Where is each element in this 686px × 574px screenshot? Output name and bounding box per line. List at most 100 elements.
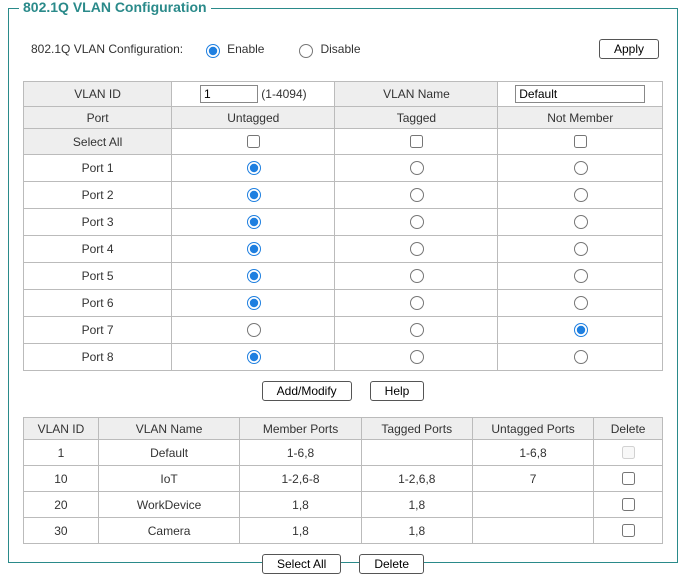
select-all-notmember-checkbox[interactable] xyxy=(574,135,587,148)
select-all-tagged-checkbox[interactable] xyxy=(410,135,423,148)
port-tagged-radio[interactable] xyxy=(410,296,424,310)
port-notmember-radio[interactable] xyxy=(574,269,588,283)
select-all-untagged-checkbox[interactable] xyxy=(247,135,260,148)
port-row: Port 5 xyxy=(24,263,663,290)
delete-button[interactable]: Delete xyxy=(359,554,424,574)
vlan-row-delete-cell xyxy=(594,440,663,466)
port-notmember-cell xyxy=(498,263,663,290)
port-tagged-radio[interactable] xyxy=(410,350,424,364)
port-untagged-cell xyxy=(172,344,335,371)
hdr-list-tagged: Tagged Ports xyxy=(361,418,472,440)
port-untagged-radio[interactable] xyxy=(247,188,261,202)
help-button[interactable]: Help xyxy=(370,381,425,401)
enable-disable-group: Enable Disable xyxy=(201,41,360,58)
vlan-row: 10IoT1-2,6-81-2,6,87 xyxy=(24,466,663,492)
port-notmember-radio[interactable] xyxy=(574,161,588,175)
hdr-vlan-name: VLAN Name xyxy=(335,82,498,107)
vlan-row-member: 1-2,6-8 xyxy=(240,466,361,492)
vlan-id-cell: (1-4094) xyxy=(172,82,335,107)
port-untagged-radio[interactable] xyxy=(247,215,261,229)
port-notmember-radio[interactable] xyxy=(574,215,588,229)
select-all-tagged-cell xyxy=(335,129,498,155)
port-label: Port 6 xyxy=(24,290,172,317)
vlan-row: 30Camera1,81,8 xyxy=(24,518,663,544)
port-notmember-radio[interactable] xyxy=(574,242,588,256)
enable-option[interactable]: Enable xyxy=(201,41,264,58)
port-row: Port 7 xyxy=(24,317,663,344)
vlan-row-member: 1,8 xyxy=(240,518,361,544)
port-untagged-radio[interactable] xyxy=(247,296,261,310)
disable-label: Disable xyxy=(320,42,360,56)
select-all-untagged-cell xyxy=(172,129,335,155)
vlan-row-delete-checkbox[interactable] xyxy=(622,498,635,511)
port-untagged-radio[interactable] xyxy=(247,323,261,337)
vlan-row-delete-checkbox[interactable] xyxy=(622,472,635,485)
vlan-row-id: 20 xyxy=(24,492,99,518)
port-untagged-radio[interactable] xyxy=(247,242,261,256)
config-label: 802.1Q VLAN Configuration: xyxy=(31,42,183,56)
vlan-row-delete-checkbox[interactable] xyxy=(622,524,635,537)
port-notmember-radio[interactable] xyxy=(574,350,588,364)
port-notmember-radio[interactable] xyxy=(574,188,588,202)
port-notmember-cell xyxy=(498,236,663,263)
apply-button[interactable]: Apply xyxy=(599,39,659,59)
vlan-id-input[interactable] xyxy=(200,85,258,103)
add-modify-button[interactable]: Add/Modify xyxy=(262,381,352,401)
port-tagged-radio[interactable] xyxy=(410,323,424,337)
vlan-name-input[interactable] xyxy=(515,85,645,103)
port-tagged-cell xyxy=(335,290,498,317)
port-table: VLAN ID (1-4094) VLAN Name Port Untagged… xyxy=(23,81,663,371)
vlan-row: 1Default1-6,81-6,8 xyxy=(24,440,663,466)
disable-radio[interactable] xyxy=(299,44,313,58)
port-row: Port 1 xyxy=(24,155,663,182)
vlan-row-delete-checkbox xyxy=(622,446,635,459)
port-tagged-radio[interactable] xyxy=(410,269,424,283)
port-label: Port 2 xyxy=(24,182,172,209)
vlan-row-untagged xyxy=(472,492,593,518)
disable-option[interactable]: Disable xyxy=(294,41,360,58)
port-notmember-cell xyxy=(498,209,663,236)
hdr-list-vlan-name: VLAN Name xyxy=(98,418,240,440)
port-label: Port 4 xyxy=(24,236,172,263)
port-tagged-radio[interactable] xyxy=(410,242,424,256)
vlan-row-untagged: 1-6,8 xyxy=(472,440,593,466)
port-notmember-cell xyxy=(498,155,663,182)
port-untagged-cell xyxy=(172,182,335,209)
port-row: Port 2 xyxy=(24,182,663,209)
vlan-row-delete-cell xyxy=(594,492,663,518)
port-label: Port 1 xyxy=(24,155,172,182)
config-row: 802.1Q VLAN Configuration: Enable Disabl… xyxy=(31,39,663,59)
vlan-row-id: 30 xyxy=(24,518,99,544)
port-untagged-cell xyxy=(172,155,335,182)
port-notmember-cell xyxy=(498,290,663,317)
vlan-row-member: 1-6,8 xyxy=(240,440,361,466)
port-notmember-cell xyxy=(498,344,663,371)
select-all-button[interactable]: Select All xyxy=(262,554,341,574)
enable-label: Enable xyxy=(227,42,264,56)
port-untagged-radio[interactable] xyxy=(247,350,261,364)
port-tagged-cell xyxy=(335,344,498,371)
port-label: Port 3 xyxy=(24,209,172,236)
vlan-row-name: WorkDevice xyxy=(98,492,240,518)
port-label: Port 5 xyxy=(24,263,172,290)
port-row: Port 6 xyxy=(24,290,663,317)
vlan-row-tagged: 1,8 xyxy=(361,518,472,544)
port-tagged-radio[interactable] xyxy=(410,188,424,202)
vlan-list-table: VLAN ID VLAN Name Member Ports Tagged Po… xyxy=(23,417,663,544)
port-row: Port 4 xyxy=(24,236,663,263)
hdr-untagged: Untagged xyxy=(172,107,335,129)
port-tagged-radio[interactable] xyxy=(410,215,424,229)
enable-radio[interactable] xyxy=(206,44,220,58)
hdr-select-all: Select All xyxy=(24,129,172,155)
port-untagged-radio[interactable] xyxy=(247,269,261,283)
port-notmember-radio[interactable] xyxy=(574,323,588,337)
vlan-row-delete-cell xyxy=(594,466,663,492)
port-label: Port 7 xyxy=(24,317,172,344)
port-tagged-cell xyxy=(335,155,498,182)
vlan-row-tagged: 1-2,6,8 xyxy=(361,466,472,492)
port-tagged-cell xyxy=(335,182,498,209)
port-notmember-cell xyxy=(498,182,663,209)
port-tagged-radio[interactable] xyxy=(410,161,424,175)
port-notmember-radio[interactable] xyxy=(574,296,588,310)
port-untagged-radio[interactable] xyxy=(247,161,261,175)
